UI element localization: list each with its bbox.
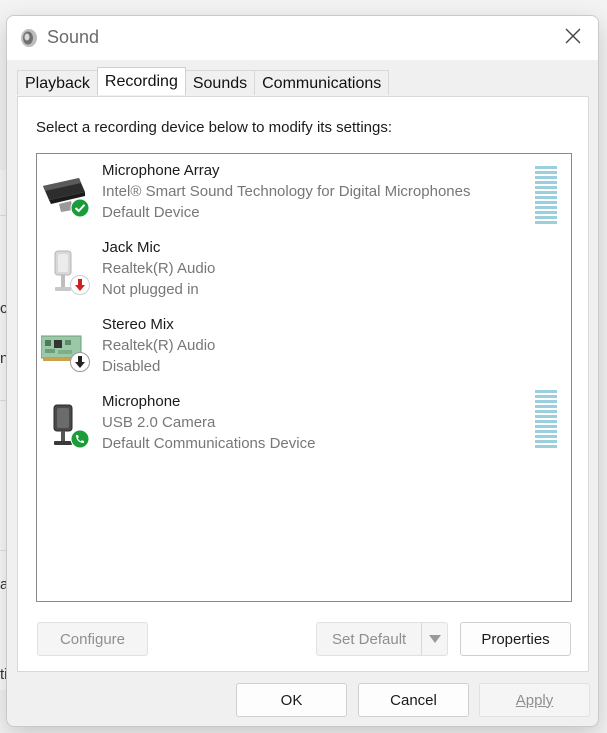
list-item[interactable]: Microphone USB 2.0 Camera Default Commun…: [37, 390, 571, 461]
apply-button[interactable]: Apply: [479, 683, 590, 717]
device-driver: Realtek(R) Audio: [102, 337, 216, 354]
level-meter: [535, 166, 557, 224]
device-driver: USB 2.0 Camera: [102, 414, 216, 431]
set-default-label[interactable]: Set Default: [332, 631, 406, 648]
title-bar[interactable]: Sound: [7, 16, 598, 60]
device-name: Microphone: [102, 393, 181, 410]
speaker-icon: [19, 28, 39, 48]
device-status: Default Communications Device: [102, 435, 316, 452]
properties-button[interactable]: Properties: [460, 622, 571, 656]
close-icon: [564, 27, 582, 50]
chevron-down-icon: [428, 631, 442, 648]
green-phone-badge: [70, 429, 90, 454]
close-button[interactable]: [548, 16, 598, 60]
device-status: Default Device: [102, 204, 200, 221]
recording-panel: Select a recording device below to modif…: [17, 96, 589, 672]
tab-communications[interactable]: Communications: [254, 70, 390, 95]
device-name: Stereo Mix: [102, 316, 174, 333]
list-item[interactable]: Stereo Mix Realtek(R) Audio Disabled: [37, 314, 571, 384]
tab-strip: Playback Recording Sounds Communications: [17, 67, 390, 96]
level-meter: [535, 390, 557, 448]
device-status: Disabled: [102, 358, 161, 375]
black-down-arrow-badge: [70, 352, 90, 377]
window-title: Sound: [47, 27, 100, 47]
instruction-text: Select a recording device below to modif…: [36, 119, 393, 136]
sound-dialog: Sound Playback Recording Sounds Communic…: [6, 15, 599, 727]
list-item[interactable]: Microphone Array Intel® Smart Sound Tech…: [37, 160, 571, 230]
set-default-split-button[interactable]: Set Default: [316, 622, 448, 656]
device-name: Jack Mic: [102, 239, 161, 256]
green-check-badge: [70, 198, 90, 223]
tab-sounds[interactable]: Sounds: [184, 70, 256, 95]
set-default-dropdown[interactable]: [421, 623, 447, 655]
device-list[interactable]: Microphone Array Intel® Smart Sound Tech…: [36, 153, 572, 602]
ok-button[interactable]: OK: [236, 683, 347, 717]
device-driver: Realtek(R) Audio: [102, 260, 216, 277]
configure-button[interactable]: Configure: [37, 622, 148, 656]
device-name: Microphone Array: [102, 162, 220, 179]
tab-recording[interactable]: Recording: [96, 67, 186, 95]
device-driver: Intel® Smart Sound Technology for Digita…: [102, 183, 471, 200]
tab-playback[interactable]: Playback: [17, 70, 98, 95]
device-status: Not plugged in: [102, 281, 199, 298]
red-down-arrow-badge: [70, 275, 90, 300]
cancel-button[interactable]: Cancel: [358, 683, 469, 717]
list-item[interactable]: Jack Mic Realtek(R) Audio Not plugged in: [37, 237, 571, 307]
